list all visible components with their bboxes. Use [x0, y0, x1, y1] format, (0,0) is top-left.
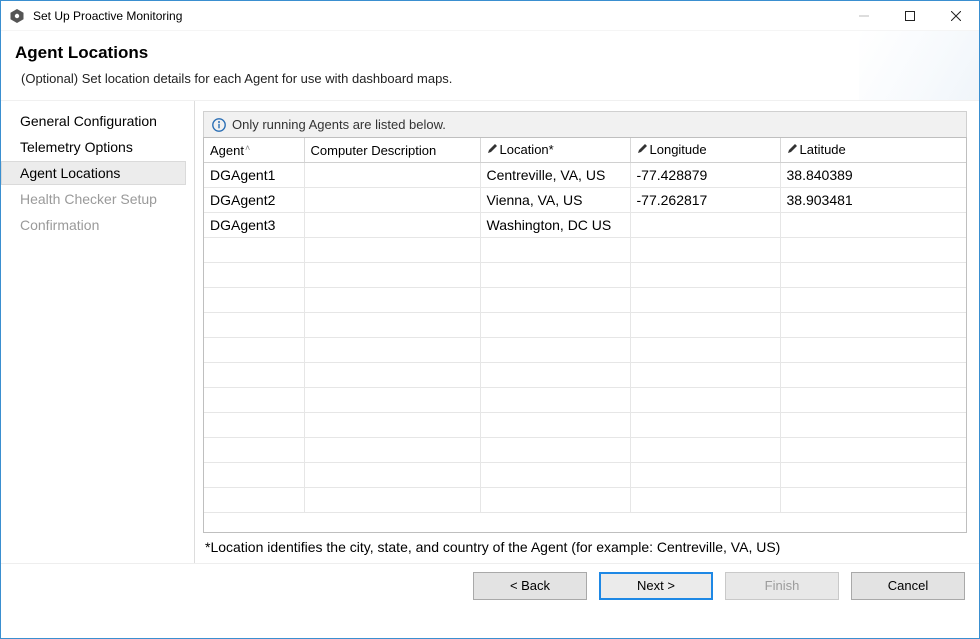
- window-controls: [841, 1, 979, 30]
- cell-longitude[interactable]: -77.428879: [630, 163, 780, 188]
- sidebar-item-general-configuration[interactable]: General Configuration: [1, 109, 186, 133]
- header-gradient: [859, 31, 979, 100]
- page-subtitle: (Optional) Set location details for each…: [21, 71, 965, 86]
- col-description[interactable]: Computer Description: [304, 138, 480, 163]
- table-row[interactable]: [204, 413, 966, 438]
- cell-longitude[interactable]: [630, 213, 780, 238]
- cell-agent[interactable]: DGAgent2: [204, 188, 304, 213]
- cell-latitude[interactable]: 38.840389: [780, 163, 966, 188]
- cell-description[interactable]: [304, 213, 480, 238]
- table-row[interactable]: DGAgent2 Vienna, VA, US -77.262817 38.90…: [204, 188, 966, 213]
- info-banner: Only running Agents are listed below.: [203, 111, 967, 137]
- cell-agent[interactable]: DGAgent3: [204, 213, 304, 238]
- sidebar: General Configuration Telemetry Options …: [1, 101, 195, 563]
- table-row[interactable]: [204, 238, 966, 263]
- cell-latitude[interactable]: 38.903481: [780, 188, 966, 213]
- maximize-button[interactable]: [887, 1, 933, 31]
- cell-latitude[interactable]: [780, 213, 966, 238]
- agents-table[interactable]: Agent˄ Computer Description Location* Lo…: [203, 137, 967, 533]
- cell-agent[interactable]: DGAgent1: [204, 163, 304, 188]
- footnote: *Location identifies the city, state, an…: [203, 533, 967, 555]
- finish-button: Finish: [725, 572, 839, 600]
- cell-location[interactable]: Vienna, VA, US: [480, 188, 630, 213]
- sort-asc-icon: ˄: [245, 143, 250, 153]
- sidebar-item-label: Telemetry Options: [20, 139, 133, 155]
- button-bar: < Back Next > Finish Cancel: [1, 563, 979, 607]
- cell-description[interactable]: [304, 188, 480, 213]
- sidebar-item-health-checker-setup: Health Checker Setup: [1, 187, 186, 211]
- header-area: Agent Locations (Optional) Set location …: [1, 31, 979, 101]
- table-row[interactable]: [204, 363, 966, 388]
- app-icon: [9, 8, 25, 24]
- sidebar-item-telemetry-options[interactable]: Telemetry Options: [1, 135, 186, 159]
- cancel-button[interactable]: Cancel: [851, 572, 965, 600]
- pencil-icon: [487, 142, 498, 157]
- sidebar-item-label: Confirmation: [20, 217, 99, 233]
- page-title: Agent Locations: [15, 43, 965, 63]
- title-bar: Set Up Proactive Monitoring: [1, 1, 979, 31]
- col-agent[interactable]: Agent˄: [204, 138, 304, 163]
- main-area: General Configuration Telemetry Options …: [1, 101, 979, 563]
- table-row[interactable]: [204, 463, 966, 488]
- col-location[interactable]: Location*: [480, 138, 630, 163]
- sidebar-item-agent-locations[interactable]: Agent Locations: [1, 161, 186, 185]
- col-longitude[interactable]: Longitude: [630, 138, 780, 163]
- table-row[interactable]: [204, 313, 966, 338]
- pencil-icon: [787, 142, 798, 157]
- cell-location[interactable]: Washington, DC US: [480, 213, 630, 238]
- sidebar-item-label: Agent Locations: [20, 165, 120, 181]
- minimize-button[interactable]: [841, 1, 887, 31]
- next-button[interactable]: Next >: [599, 572, 713, 600]
- info-message: Only running Agents are listed below.: [232, 117, 446, 132]
- table-header-row: Agent˄ Computer Description Location* Lo…: [204, 138, 966, 163]
- table-row[interactable]: DGAgent3 Washington, DC US: [204, 213, 966, 238]
- pencil-icon: [637, 142, 648, 157]
- table-row[interactable]: DGAgent1 Centreville, VA, US -77.428879 …: [204, 163, 966, 188]
- sidebar-item-label: General Configuration: [20, 113, 157, 129]
- content-pane: Only running Agents are listed below. Ag…: [195, 101, 979, 563]
- window-title: Set Up Proactive Monitoring: [33, 9, 841, 23]
- info-icon: [212, 118, 226, 132]
- col-latitude[interactable]: Latitude: [780, 138, 966, 163]
- sidebar-item-label: Health Checker Setup: [20, 191, 157, 207]
- table-row[interactable]: [204, 263, 966, 288]
- cell-location[interactable]: Centreville, VA, US: [480, 163, 630, 188]
- table-row[interactable]: [204, 388, 966, 413]
- sidebar-item-confirmation: Confirmation: [1, 213, 186, 237]
- close-button[interactable]: [933, 1, 979, 31]
- cell-longitude[interactable]: -77.262817: [630, 188, 780, 213]
- table-row[interactable]: [204, 338, 966, 363]
- table-row[interactable]: [204, 288, 966, 313]
- back-button[interactable]: < Back: [473, 572, 587, 600]
- cell-description[interactable]: [304, 163, 480, 188]
- table-row[interactable]: [204, 438, 966, 463]
- table-row[interactable]: [204, 488, 966, 513]
